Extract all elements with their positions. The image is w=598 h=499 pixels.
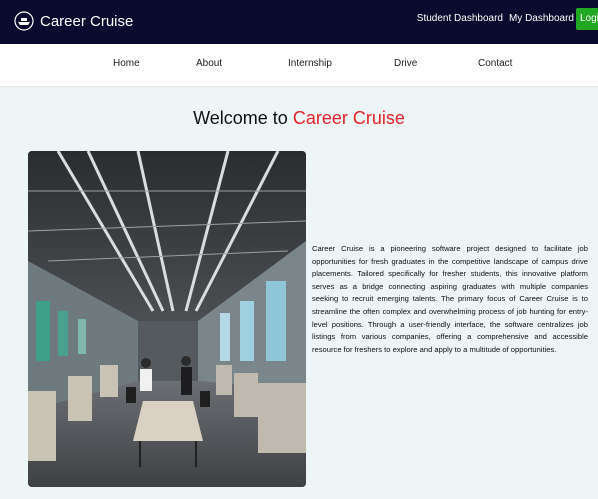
nav-contact[interactable]: Contact [478,58,512,69]
welcome-accent: Career Cruise [292,108,405,128]
office-image [28,151,306,487]
top-links: Student Dashboard My Dashboard [417,13,574,24]
nav-drive[interactable]: Drive [394,58,417,69]
nav-internship[interactable]: Internship [288,58,332,69]
login-button[interactable]: Login [576,8,598,30]
nav-home[interactable]: Home [113,58,140,69]
brand-name: Career Cruise [40,12,134,30]
brand[interactable]: Career Cruise [14,11,133,31]
my-dashboard-link[interactable]: My Dashboard [509,13,574,24]
office-illustration [28,151,306,487]
about-description: Career Cruise is a pioneering software p… [312,244,588,354]
welcome-prefix: Welcome to [193,108,288,128]
main-nav: Home About Internship Drive Contact [0,44,598,87]
student-dashboard-link[interactable]: Student Dashboard [417,13,503,24]
nav-about[interactable]: About [196,58,222,69]
top-bar: Career Cruise Student Dashboard My Dashb… [0,0,598,44]
ship-icon [14,11,34,31]
page-title: Welcome to Career Cruise [0,108,598,129]
